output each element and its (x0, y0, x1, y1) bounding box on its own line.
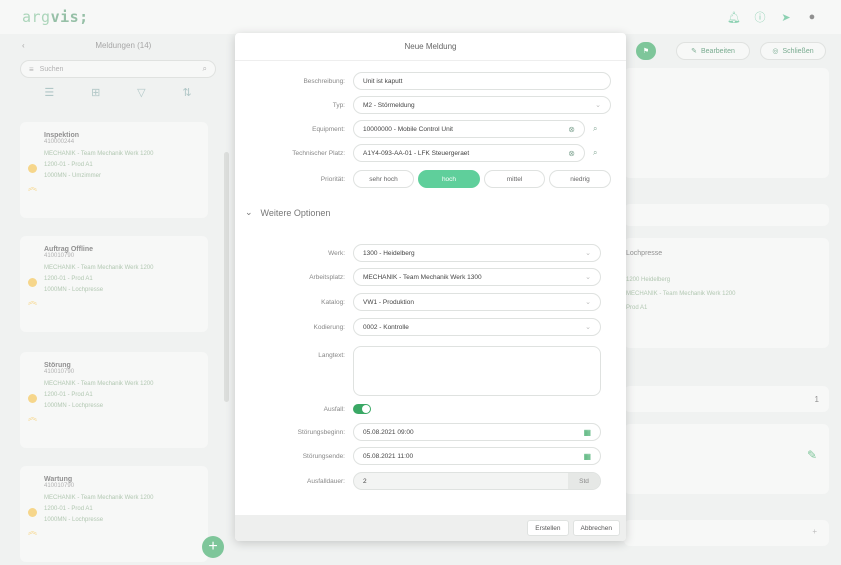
arbeitsplatz-select[interactable]: MECHANIK - Team Mechanik Werk 1300 ⌄ (353, 268, 601, 286)
stoerungsbeginn-input[interactable]: 05.08.2021 09:00 ▦ (353, 423, 601, 441)
clear-icon[interactable]: ⊗ (568, 149, 575, 158)
chevron-down-icon: ⌄ (245, 207, 253, 217)
werk-label: Werk: (328, 249, 345, 257)
typ-select[interactable]: M2 - Störmeldung ⌄ (353, 96, 611, 114)
katalog-label: Katalog: (321, 298, 345, 306)
chevron-down-icon: ⌄ (585, 299, 591, 306)
ausfalldauer-unit: Std (568, 473, 600, 489)
langtext-textarea[interactable] (353, 346, 601, 396)
stoerungsende-input[interactable]: 05.08.2021 11:00 ▦ (353, 447, 601, 465)
katalog-select[interactable]: VW1 - Produktion ⌄ (353, 293, 601, 311)
equipment-label: Equipment: (312, 125, 345, 133)
chevron-down-icon: ⌄ (585, 324, 591, 331)
more-options-toggle[interactable]: ⌄ Weitere Optionen (245, 207, 330, 218)
werk-select[interactable]: 1300 - Heidelberg ⌄ (353, 244, 601, 262)
chevron-down-icon: ⌄ (585, 250, 591, 257)
dialog-footer: Erstellen Abbrechen (235, 515, 626, 541)
clear-icon[interactable]: ⊗ (568, 125, 575, 134)
priority-option-mittel[interactable]: mittel (484, 170, 545, 188)
typ-label: Typ: (332, 101, 345, 109)
search-icon[interactable]: ⌕ (593, 148, 597, 158)
new-notification-dialog: Neue Meldung Beschreibung: Unit ist kapu… (235, 33, 626, 541)
beschreibung-input[interactable]: Unit ist kaputt (353, 72, 611, 90)
ausfall-toggle[interactable] (353, 404, 371, 414)
dialog-title: Neue Meldung (235, 33, 626, 61)
techplatz-label: Technischer Platz: (292, 149, 345, 157)
beschreibung-label: Beschreibung: (303, 77, 345, 85)
calendar-icon[interactable]: ▦ (583, 428, 591, 437)
techplatz-input[interactable]: A1Y4-093-AA-01 - LFK Steuergeraet ⊗ (353, 144, 585, 162)
priority-selector: sehr hoch hoch mittel niedrig (353, 170, 611, 188)
cancel-button[interactable]: Abbrechen (572, 520, 620, 536)
priority-option-sehr-hoch[interactable]: sehr hoch (353, 170, 414, 188)
langtext-label: Langtext: (318, 352, 345, 359)
priority-option-hoch[interactable]: hoch (418, 170, 480, 188)
ausfalldauer-label: Ausfalldauer: (307, 477, 345, 485)
stoerungsbeginn-label: Störungsbeginn: (297, 428, 345, 436)
equipment-input[interactable]: 10000000 - Mobile Control Unit ⊗ (353, 120, 585, 138)
kodierung-label: Kodierung: (313, 323, 345, 331)
prioritaet-label: Priorität: (320, 175, 345, 183)
ausfall-label: Ausfall: (323, 405, 345, 413)
calendar-icon[interactable]: ▦ (583, 452, 591, 461)
chevron-down-icon: ⌄ (595, 102, 601, 109)
priority-option-niedrig[interactable]: niedrig (549, 170, 611, 188)
ausfalldauer-input[interactable]: 2 Std (353, 472, 601, 490)
search-icon[interactable]: ⌕ (593, 124, 597, 134)
arbeitsplatz-label: Arbeitsplatz: (309, 273, 345, 281)
create-button[interactable]: Erstellen (527, 520, 569, 536)
kodierung-select[interactable]: 0002 - Kontrolle ⌄ (353, 318, 601, 336)
stoerungsende-label: Störungsende: (302, 452, 345, 460)
chevron-down-icon: ⌄ (585, 274, 591, 281)
